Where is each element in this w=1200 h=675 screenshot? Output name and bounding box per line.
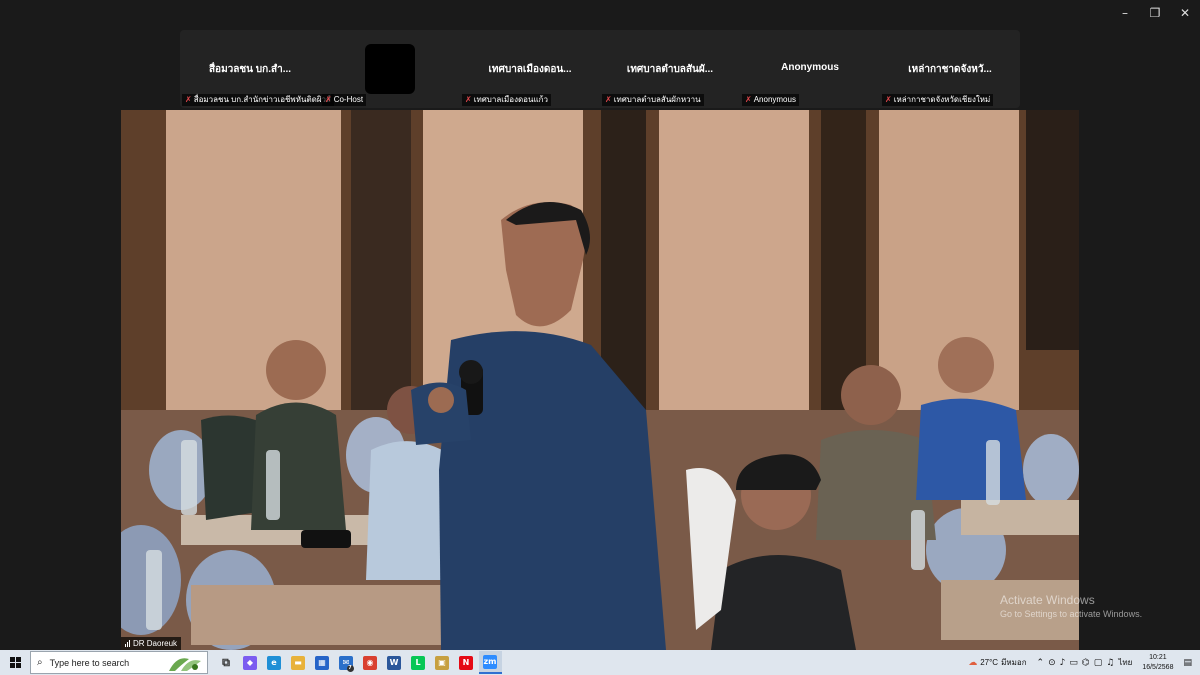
file-explorer-taskbar-button[interactable]: ▬ [287,651,310,674]
line-taskbar-button[interactable]: L [407,651,430,674]
meeting-room-scene [121,110,1079,650]
clock-date: 16/5/2568 [1142,663,1174,671]
weather-temp: 27°C [980,658,999,667]
clock-time: 10:21 [1149,653,1167,661]
windows-logo-icon [9,657,21,668]
participant-label: ✗ Co-Host [322,94,367,106]
chrome-icon: ◉ [363,655,377,670]
photos-icon: ▣ [435,655,449,670]
participant-tile[interactable]: Anonymous ✗ Anonymous [740,30,880,108]
participant-name: เหล่ากาชาดจังหวั... [908,64,992,75]
mic-muted-icon: ✗ [325,95,332,104]
photos-taskbar-button[interactable]: ▣ [431,651,454,674]
mic-muted-icon: ✗ [465,95,472,104]
netflix-taskbar-button[interactable]: N [455,651,478,674]
line-icon: L [411,655,425,670]
mail-count-badge: 7 [346,665,354,672]
system-tray: ☁ 27°C มีหมอก ⌃ ⊙ ♪ ▭ ⌬ ▢ ♫ ไทย 10:21 16… [968,650,1200,675]
active-speaker-label: DR Daoreuk [121,637,182,650]
microphone-icon[interactable]: ♪ [1060,658,1066,668]
taskbar-pinned-apps: ⧉ ◆ e ▬ ▦ ✉ 7 ◉ W L ▣ Nzm [214,651,502,674]
mail-taskbar-button[interactable]: ✉ 7 [335,651,358,674]
participant-tile[interactable]: เทศบาลเมืองดอน... ✗ เทศบาลเมืองดอนแก้ว [460,30,600,108]
network-icon[interactable]: ⌬ [1082,658,1090,668]
participant-label: ✗ Anonymous [742,94,799,106]
minimize-button[interactable]: – [1110,0,1140,26]
mic-muted-icon: ✗ [185,95,192,104]
participant-tile[interactable]: สื่อมวลชน บก.สำ... ✗ สื่อมวลชน บก.สำนักข่… [180,30,334,108]
netflix-icon: N [459,655,473,670]
video-off-avatar [365,44,415,94]
weather-icon: ☁ [968,657,978,668]
search-placeholder: Type here to search [49,657,130,668]
edge-taskbar-button[interactable]: e [263,651,286,674]
window-controls: – ❐ ✕ [1110,0,1200,26]
participant-name: เทศบาลเมืองดอน... [488,64,572,75]
close-button[interactable]: ✕ [1170,0,1200,26]
battery-icon[interactable]: ▭ [1069,658,1078,668]
participant-name: สื่อมวลชน บก.สำ... [208,64,292,75]
file-explorer-icon: ▬ [291,655,305,670]
mic-muted-icon: ✗ [885,95,892,104]
chrome-taskbar-button[interactable]: ◉ [359,651,382,674]
taskbar-search-box[interactable]: ⌕ Type here to search [30,651,208,674]
edge-icon: e [267,655,281,670]
zoom-meeting-window: – ❐ ✕ สื่อมวลชน บก.สำ... ✗ สื่อมวลชน บก.ส… [0,0,1200,675]
copilot-taskbar-button[interactable]: ◆ [239,651,262,674]
windows-activation-watermark: Activate Windows Go to Settings to activ… [1000,593,1142,619]
search-icon: ⌕ [37,657,43,668]
participant-label: ✗ เทศบาลตำบลสันผักหวาน [602,94,704,106]
mic-muted-icon: ✗ [605,95,612,104]
activation-subtitle: Go to Settings to activate Windows. [1000,609,1143,619]
participant-tile[interactable]: เหล่ากาชาดจังหวั... ✗ เหล่ากาชาดจังหวัดเช… [880,30,1020,108]
volume-icon[interactable]: ♫ [1106,658,1114,668]
chevron-up-icon[interactable]: ⌃ [1037,658,1045,668]
display-icon[interactable]: ▢ [1094,658,1103,668]
notifications-icon[interactable]: ▤ [1183,658,1192,668]
taskbar-clock[interactable]: 10:21 16/5/2568 [1142,653,1173,673]
participant-label: ✗ สื่อมวลชน บก.สำนักข่าวเอชีพหันติดผิวส์ [182,94,334,106]
participant-name: เทศบาลตำบลสันผั... [626,64,714,75]
weather-widget[interactable]: ☁ 27°C มีหมอก [968,656,1026,669]
windows-taskbar: ⌕ Type here to search ⧉ ◆ e ▬ ▦ ✉ 7 ◉ W L ▣ Nzm ☁ 2… [0,650,1200,675]
audio-level-icon [125,640,130,647]
task-view-taskbar-button[interactable]: ⧉ [215,651,238,674]
search-highlight-illustration-icon [169,658,201,671]
start-button[interactable] [0,650,30,675]
participant-label: ✗ เหล่ากาชาดจังหวัดเชียงใหม่ [882,94,994,106]
word-taskbar-button[interactable]: W [383,651,406,674]
copilot-icon: ◆ [243,655,257,670]
word-icon: W [387,655,401,670]
main-video-feed[interactable] [121,110,1079,650]
activation-title: Activate Windows [1000,593,1095,607]
restore-button[interactable]: ❐ [1140,0,1170,26]
participant-strip: สื่อมวลชน บก.สำ... ✗ สื่อมวลชน บก.สำนักข่… [180,30,1020,108]
participant-tile[interactable]: ✗ Co-Host [320,30,460,108]
language-indicator[interactable]: ไทย [1118,656,1132,669]
participant-name: Anonymous [781,62,839,73]
meet-now-icon[interactable]: ⊙ [1048,658,1056,668]
participant-tile[interactable]: เทศบาลตำบลสันผั... ✗ เทศบาลตำบลสันผักหวาน [600,30,740,108]
task-view-icon: ⧉ [222,655,230,669]
store-icon: ▦ [315,655,329,670]
zoom-icon: zm [483,654,497,669]
zoom-taskbar-button[interactable]: zm [478,651,502,674]
store-taskbar-button[interactable]: ▦ [311,651,334,674]
weather-desc: มีหมอก [1001,658,1027,667]
mic-muted-icon: ✗ [745,95,752,104]
participant-label: ✗ เทศบาลเมืองดอนแก้ว [462,94,551,106]
